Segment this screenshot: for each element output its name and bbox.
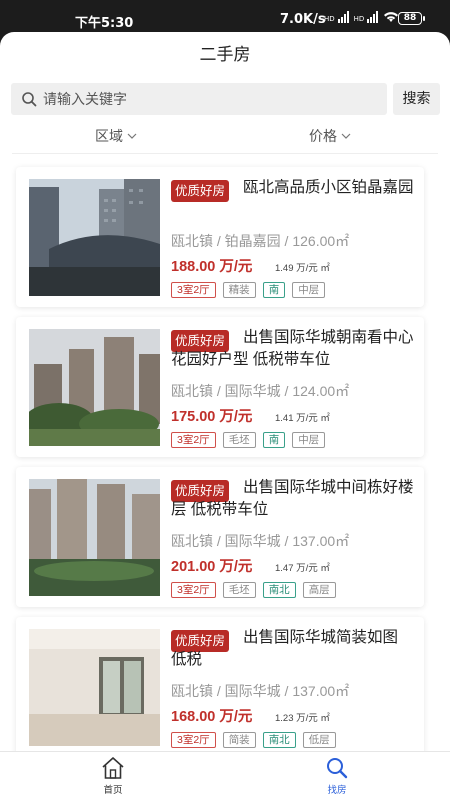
tag-layout: 3室2厅 bbox=[171, 582, 216, 598]
listing-location: 瓯北镇 / 国际华城 / 137.00㎡ bbox=[171, 533, 350, 549]
listing-unit-price: 1.47 万/元 ㎡ bbox=[275, 563, 330, 574]
home-icon bbox=[102, 757, 124, 779]
signal-icon bbox=[337, 11, 349, 23]
search-icon bbox=[327, 758, 348, 779]
region-filter[interactable]: 区域 bbox=[95, 126, 137, 146]
listing-title: 瓯北高品质小区铂晶嘉园 bbox=[243, 179, 414, 196]
listing-title: 出售国际华城简装如图 低税 bbox=[171, 629, 399, 668]
listing-price: 201.00 万/元 bbox=[171, 559, 253, 575]
tag-decoration: 简装 bbox=[222, 732, 256, 748]
listing-title: 出售国际华城中间栋好楼层 低税带车位 bbox=[171, 479, 414, 518]
tag-decoration: 精装 bbox=[222, 282, 256, 298]
listing-card[interactable]: 优质好房 出售国际华城朝南看中心花园好户型 低税带车位 瓯北镇 / 国际华城 /… bbox=[16, 317, 424, 457]
network-speed: 7.0K/s bbox=[280, 12, 326, 27]
listing-photo bbox=[29, 479, 160, 596]
tag-decoration: 毛坯 bbox=[222, 582, 256, 598]
listing-location: 瓯北镇 / 国际华城 / 137.00㎡ bbox=[171, 683, 350, 699]
tag-floor: 低层 bbox=[302, 732, 336, 748]
search-button[interactable]: 搜索 bbox=[393, 83, 440, 115]
tab-home[interactable]: 首页 bbox=[83, 756, 143, 796]
bottom-tab-bar: 首页 找房 bbox=[0, 751, 450, 800]
tag-layout: 3室2厅 bbox=[171, 282, 216, 298]
listing-price: 175.00 万/元 bbox=[171, 409, 253, 425]
listing-card[interactable]: 优质好房 瓯北高品质小区铂晶嘉园 瓯北镇 / 铂晶嘉园 / 126.00㎡ 18… bbox=[16, 167, 424, 307]
tag-floor: 高层 bbox=[302, 582, 336, 598]
filter-bar: 区域 价格 bbox=[0, 126, 450, 156]
tag-floor: 中层 bbox=[292, 282, 326, 298]
listing-unit-price: 1.23 万/元 ㎡ bbox=[275, 713, 330, 724]
listing-location: 瓯北镇 / 铂晶嘉园 / 126.00㎡ bbox=[171, 233, 350, 249]
listing-price: 168.00 万/元 bbox=[171, 709, 253, 725]
listing-tags: 3室2厅 精装 南 中层 bbox=[171, 282, 326, 298]
divider bbox=[12, 153, 438, 154]
price-filter[interactable]: 价格 bbox=[309, 126, 351, 146]
tag-orientation: 南北 bbox=[262, 732, 296, 748]
tab-find-house[interactable]: 找房 bbox=[307, 756, 367, 796]
tag-orientation: 南北 bbox=[262, 582, 296, 598]
listing-tags: 3室2厅 毛坯 南北 高层 bbox=[171, 582, 336, 598]
listing-tags: 3室2厅 简装 南北 低层 bbox=[171, 732, 336, 748]
hd-icon: HD bbox=[324, 15, 335, 23]
listing-card[interactable]: 优质好房 出售国际华城简装如图 低税 瓯北镇 / 国际华城 / 137.00㎡ … bbox=[16, 617, 424, 757]
listing-photo bbox=[29, 629, 160, 746]
status-time: 下午5:30 bbox=[75, 16, 134, 31]
search-input[interactable] bbox=[43, 83, 373, 115]
listing-location: 瓯北镇 / 国际华城 / 124.00㎡ bbox=[171, 383, 350, 399]
listing-photo bbox=[29, 179, 160, 296]
tag-layout: 3室2厅 bbox=[171, 732, 216, 748]
wifi-icon bbox=[384, 12, 399, 22]
chevron-down-icon bbox=[127, 133, 137, 139]
battery-icon: 88 bbox=[398, 12, 425, 25]
chevron-down-icon bbox=[341, 133, 351, 139]
signal-icon bbox=[367, 11, 379, 23]
page-title: 二手房 bbox=[199, 45, 251, 65]
tag-floor: 中层 bbox=[292, 432, 326, 448]
search-bar[interactable] bbox=[11, 83, 387, 115]
tag-layout: 3室2厅 bbox=[171, 432, 216, 448]
tag-decoration: 毛坯 bbox=[222, 432, 256, 448]
tag-orientation: 南 bbox=[262, 432, 286, 448]
tab-find-label: 找房 bbox=[327, 785, 347, 796]
listing-unit-price: 1.49 万/元 ㎡ bbox=[275, 263, 330, 274]
region-filter-label: 区域 bbox=[95, 129, 123, 145]
listing-card[interactable]: 优质好房 出售国际华城中间栋好楼层 低税带车位 瓯北镇 / 国际华城 / 137… bbox=[16, 467, 424, 607]
listing-price: 188.00 万/元 bbox=[171, 259, 253, 275]
price-filter-label: 价格 bbox=[309, 129, 337, 145]
listing-tags: 3室2厅 毛坯 南 中层 bbox=[171, 432, 326, 448]
listing-photo bbox=[29, 329, 160, 446]
app-screen: 二手房 搜索 区域 价格 bbox=[0, 32, 450, 800]
search-icon bbox=[22, 92, 37, 107]
tag-orientation: 南 bbox=[262, 282, 286, 298]
listing-title: 出售国际华城朝南看中心花园好户型 低税带车位 bbox=[171, 329, 414, 368]
listing-unit-price: 1.41 万/元 ㎡ bbox=[275, 413, 330, 424]
hd-icon: HD bbox=[353, 15, 365, 23]
signal-indicators: HD HD bbox=[324, 11, 399, 23]
tab-home-label: 首页 bbox=[103, 785, 123, 796]
